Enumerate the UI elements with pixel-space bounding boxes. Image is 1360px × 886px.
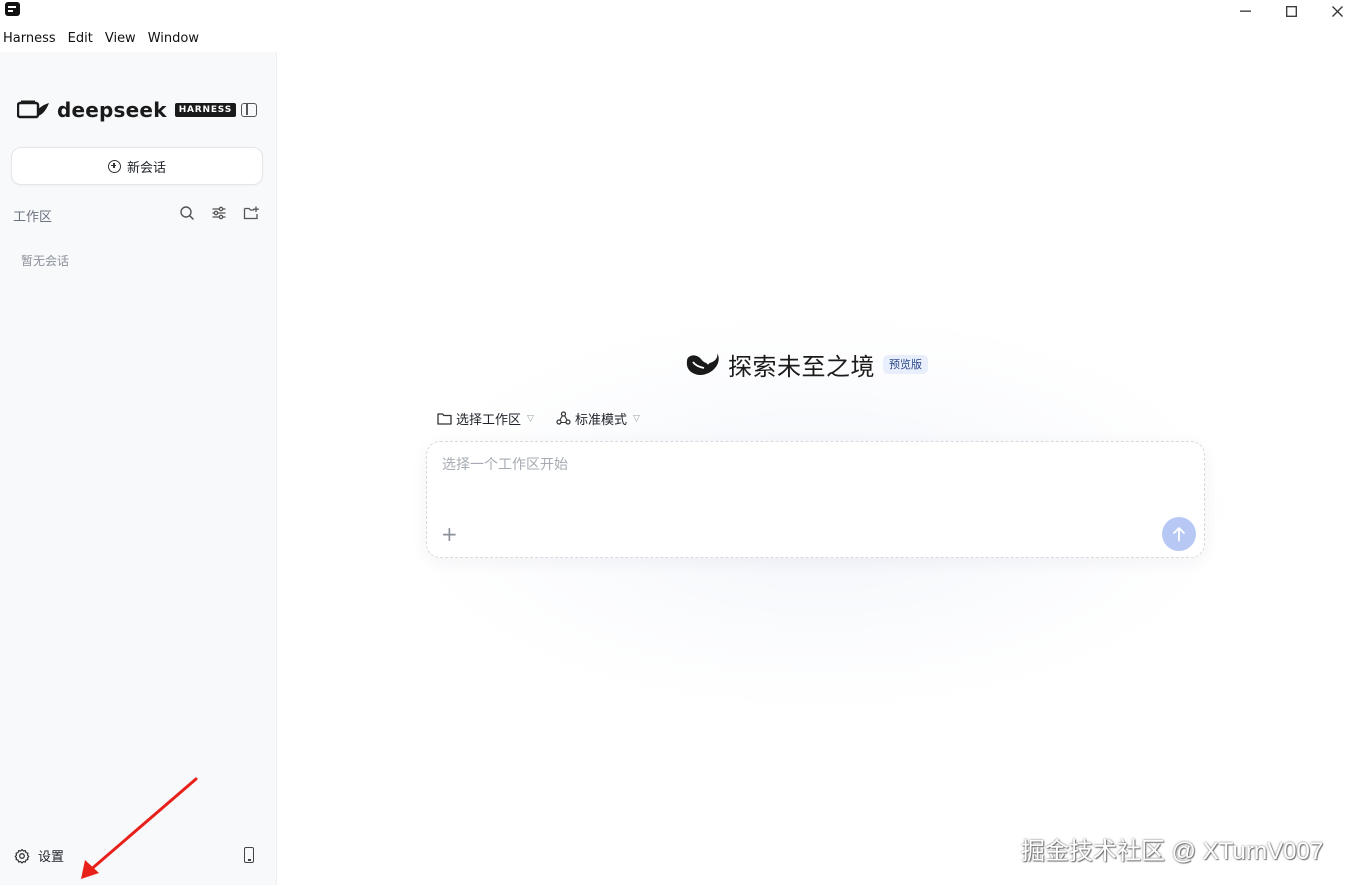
menu-edit[interactable]: Edit bbox=[68, 31, 99, 47]
chevron-down-icon: ▽ bbox=[527, 413, 534, 424]
folder-icon bbox=[437, 413, 452, 425]
composer: + bbox=[426, 441, 1205, 558]
menu-view[interactable]: View bbox=[105, 31, 142, 47]
attach-plus-icon[interactable]: + bbox=[441, 524, 458, 544]
new-folder-icon[interactable] bbox=[242, 204, 260, 222]
mobile-device-icon[interactable] bbox=[244, 847, 254, 863]
annotation-arrow-icon bbox=[81, 777, 198, 879]
sidebar: deepseek HARNESS 新会话 工作区 暂无会话 设置 bbox=[0, 52, 277, 885]
composer-options: 选择工作区 ▽ 标准模式 ▽ bbox=[437, 409, 640, 428]
gear-icon bbox=[14, 848, 30, 864]
new-chat-label: 新会话 bbox=[126, 160, 166, 176]
minimize-icon bbox=[1239, 10, 1251, 12]
preview-badge: 预览版 bbox=[883, 355, 928, 374]
new-chat-button[interactable]: 新会话 bbox=[11, 147, 263, 185]
workspace-tools bbox=[178, 204, 260, 222]
workspace-select[interactable]: 选择工作区 ▽ bbox=[437, 409, 534, 428]
settings-button[interactable]: 设置 bbox=[14, 846, 64, 865]
deepseek-logo-icon bbox=[17, 100, 49, 119]
hero-heading: 探索未至之境 预览版 bbox=[684, 347, 928, 382]
workspace-section-title: 工作区 bbox=[13, 210, 53, 225]
mode-select[interactable]: 标准模式 ▽ bbox=[556, 409, 640, 428]
menu-window[interactable]: Window bbox=[148, 31, 205, 47]
arrow-up-icon bbox=[1173, 527, 1185, 542]
filter-icon[interactable] bbox=[210, 204, 228, 222]
menu-harness[interactable]: Harness bbox=[3, 31, 62, 47]
menu-bar: Harness Edit View Window bbox=[3, 31, 211, 47]
logo: deepseek HARNESS bbox=[17, 98, 236, 122]
prompt-input[interactable] bbox=[442, 457, 1182, 473]
mode-icon bbox=[556, 411, 571, 425]
maximize-icon bbox=[1285, 5, 1297, 17]
title-bar: Harness Edit View Window bbox=[0, 0, 1360, 52]
workspace-select-label: 选择工作区 bbox=[456, 413, 522, 428]
app-icon bbox=[5, 2, 20, 16]
settings-label: 设置 bbox=[38, 850, 65, 865]
watermark: 掘金技术社区 @ XTurnV007 bbox=[1021, 838, 1324, 865]
plus-circle-icon bbox=[107, 159, 121, 173]
hero-title: 探索未至之境 bbox=[728, 353, 875, 381]
mode-select-label: 标准模式 bbox=[574, 413, 627, 428]
close-button[interactable] bbox=[1314, 0, 1360, 22]
chevron-down-icon: ▽ bbox=[632, 413, 640, 424]
main-content: 探索未至之境 预览版 选择工作区 ▽ 标准模式 ▽ + bbox=[278, 52, 1360, 885]
deepseek-whale-icon bbox=[686, 352, 719, 375]
harness-badge: HARNESS bbox=[174, 103, 236, 117]
logo-text: deepseek bbox=[57, 98, 167, 122]
window-controls bbox=[1222, 0, 1360, 22]
close-icon bbox=[1331, 5, 1343, 17]
maximize-button[interactable] bbox=[1268, 0, 1314, 22]
minimize-button[interactable] bbox=[1222, 0, 1268, 22]
empty-sessions-text: 暂无会话 bbox=[21, 254, 70, 268]
send-button[interactable] bbox=[1162, 517, 1196, 551]
sidebar-toggle-icon[interactable] bbox=[241, 103, 257, 117]
search-icon[interactable] bbox=[178, 204, 196, 222]
